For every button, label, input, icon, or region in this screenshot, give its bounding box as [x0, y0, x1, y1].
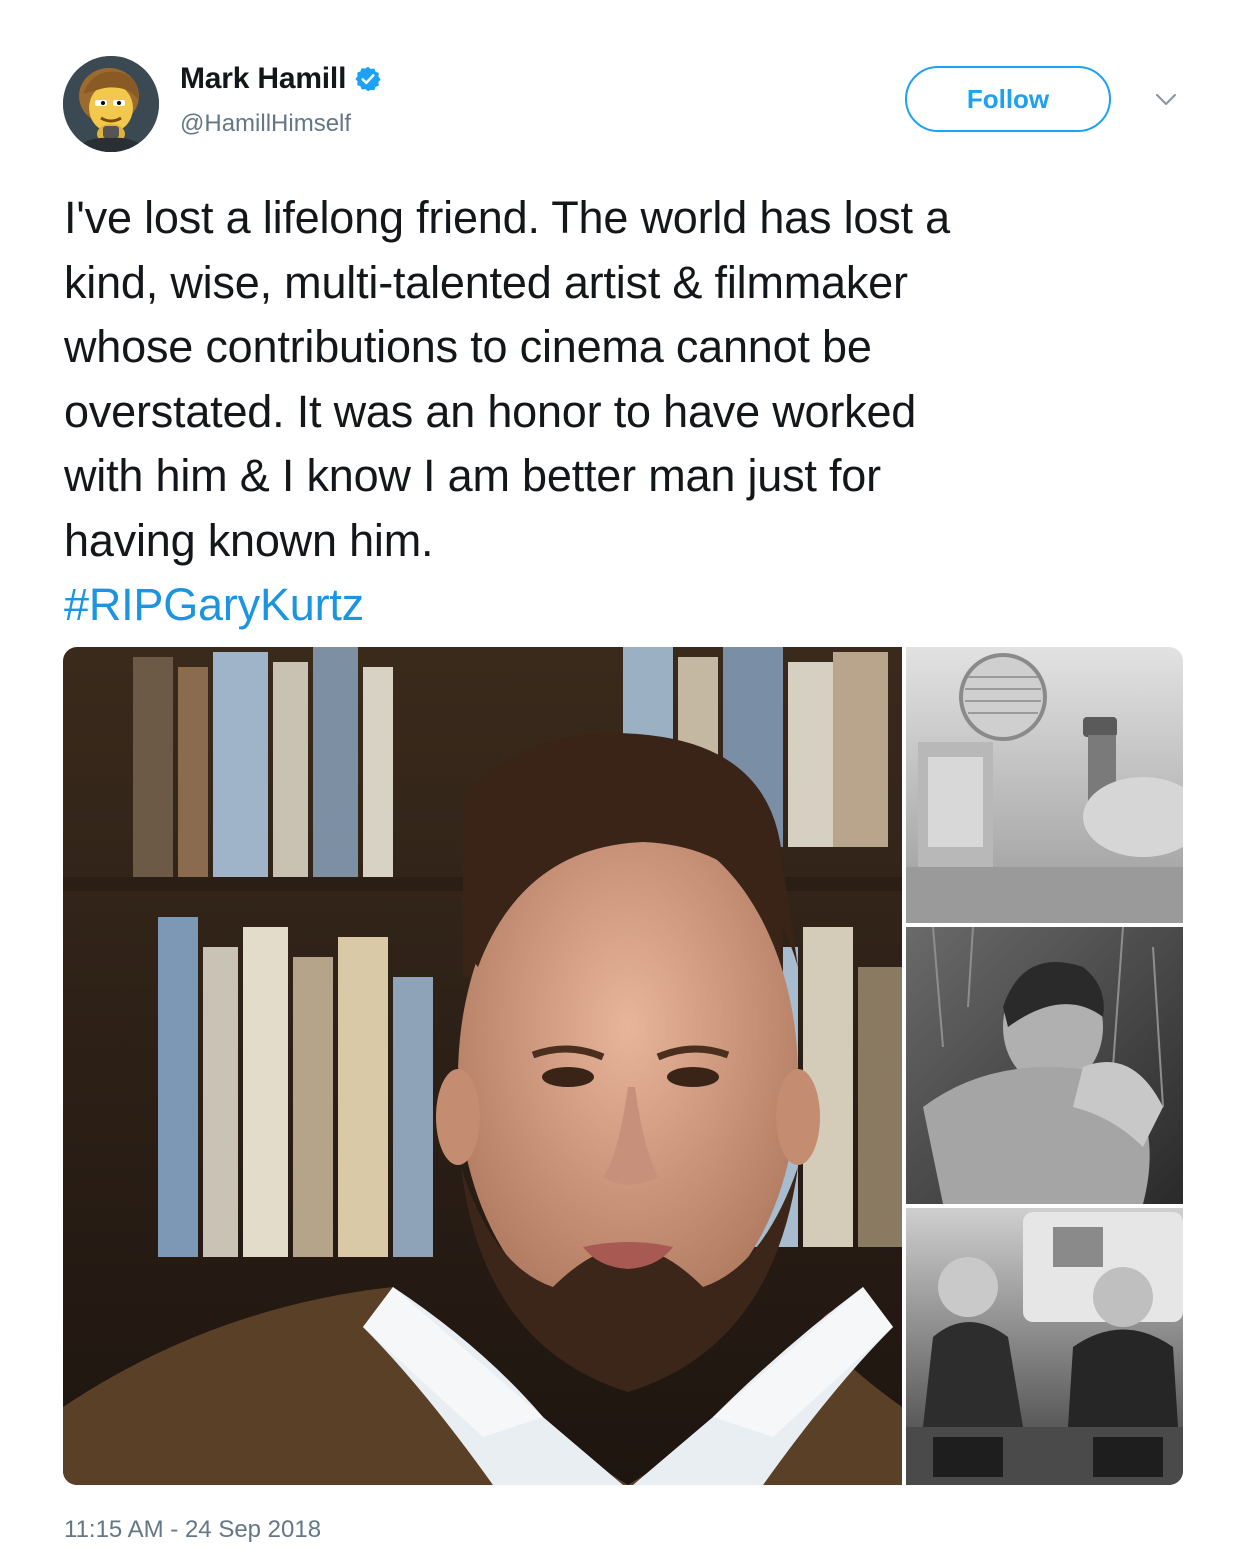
tweet-text-line: whose contributions to cinema cannot be [64, 321, 872, 372]
media-grid-images [63, 647, 1183, 1485]
photo-thumbnail-top[interactable] [906, 647, 1183, 923]
author-handle[interactable]: @HamillHimself [180, 110, 351, 138]
follow-button[interactable]: Follow [905, 66, 1111, 132]
tweet-timestamp[interactable]: 11:15 AM - 24 Sep 2018 [64, 1516, 321, 1544]
tweet-text-line: with him & I know I am better man just f… [64, 450, 881, 501]
avatar-image [63, 56, 159, 152]
photo-thumbnail-middle[interactable] [906, 926, 1183, 1204]
tweet-text: I've lost a lifelong friend. The world h… [64, 186, 1194, 638]
tweet-text-line: kind, wise, multi-talented artist & film… [64, 256, 908, 308]
main-photo[interactable] [63, 647, 902, 1485]
hashtag-link[interactable]: #RIPGaryKurtz [64, 573, 1194, 638]
avatar[interactable] [63, 56, 159, 152]
author-name-row[interactable]: Mark Hamill [180, 62, 382, 96]
author-name[interactable]: Mark Hamill [180, 62, 346, 96]
tweet-text-line: having known him. [64, 514, 434, 566]
photo-thumbnail-bottom[interactable] [906, 1208, 1183, 1485]
tweet-text-line: overstated. It was an honor to have work… [64, 385, 917, 437]
verified-badge-icon [355, 66, 381, 92]
media-grid [63, 647, 1183, 1485]
tweet-text-line: I've lost a lifelong friend. The world h… [64, 192, 950, 243]
chevron-down-icon[interactable] [1154, 92, 1178, 108]
